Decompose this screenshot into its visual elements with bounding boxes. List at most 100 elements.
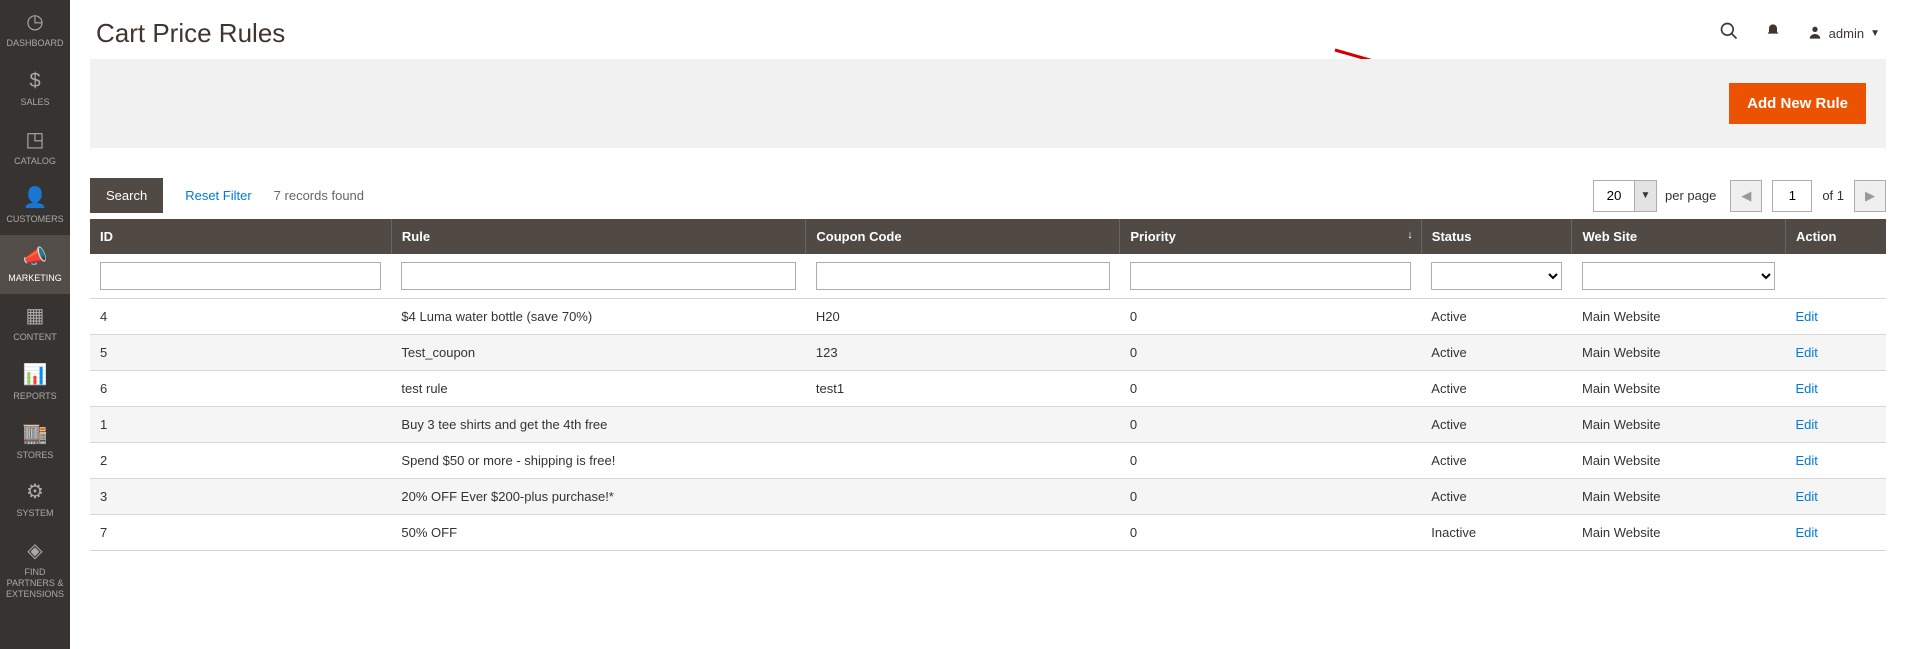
prev-page-button[interactable]: ◀ [1730,180,1762,212]
table-row[interactable]: 6test ruletest10ActiveMain WebsiteEdit [90,371,1886,407]
per-page-input[interactable] [1594,181,1634,211]
admin-account-menu[interactable]: admin ▼ [1807,24,1880,43]
filter-priority-input[interactable] [1130,262,1411,290]
cell-status: Active [1421,407,1572,443]
col-header-coupon[interactable]: Coupon Code [806,219,1120,254]
notification-icon[interactable] [1765,23,1781,44]
edit-link[interactable]: Edit [1795,345,1817,360]
col-header-priority[interactable]: Priority↓ [1120,219,1421,254]
filter-coupon-input[interactable] [816,262,1110,290]
cell-coupon [806,407,1120,443]
chevron-down-icon: ▼ [1870,28,1880,39]
nav-item-content[interactable]: ▦CONTENT [0,294,70,353]
nav-item-customers[interactable]: 👤CUSTOMERS [0,176,70,235]
nav-item-system[interactable]: ⚙ SYSTEM [0,470,70,529]
filter-website-select[interactable] [1582,262,1776,290]
cell-priority: 0 [1120,335,1421,371]
dashboard-icon: ◷ [26,10,43,34]
cell-status: Active [1421,479,1572,515]
reset-filter-link[interactable]: Reset Filter [185,188,251,203]
cell-id: 2 [90,443,391,479]
cell-coupon: test1 [806,371,1120,407]
cell-coupon: H20 [806,299,1120,335]
per-page-select[interactable]: ▼ [1593,180,1657,212]
cell-website: Main Website [1572,335,1786,371]
table-row[interactable]: 1Buy 3 tee shirts and get the 4th free0A… [90,407,1886,443]
nav-item-find-partners-extensions[interactable]: ◈FIND PARTNERS & EXTENSIONS [0,529,70,609]
edit-link[interactable]: Edit [1795,489,1817,504]
nav-label: SYSTEM [16,508,53,519]
nav-item-catalog[interactable]: ◳ CATALOG [0,118,70,177]
cell-rule: $4 Luma water bottle (save 70%) [391,299,805,335]
next-page-button[interactable]: ▶ [1854,180,1886,212]
chevron-down-icon[interactable]: ▼ [1634,181,1656,211]
edit-link[interactable]: Edit [1795,453,1817,468]
col-header-action: Action [1785,219,1886,254]
page-input[interactable] [1772,180,1812,212]
nav-label: STORES [17,450,54,461]
nav-label: CATALOG [14,156,56,167]
cell-website: Main Website [1572,479,1786,515]
cell-website: Main Website [1572,443,1786,479]
edit-link[interactable]: Edit [1795,525,1817,540]
edit-link[interactable]: Edit [1795,381,1817,396]
cell-rule: 20% OFF Ever $200-plus purchase!* [391,479,805,515]
add-new-rule-button[interactable]: Add New Rule [1729,83,1866,124]
cell-website: Main Website [1572,299,1786,335]
cell-priority: 0 [1120,299,1421,335]
cell-coupon [806,515,1120,551]
nav-label: REPORTS [13,391,56,402]
system-icon: ⚙ [26,480,44,504]
filter-id-input[interactable] [100,262,381,290]
catalog-icon: ◳ [26,128,45,152]
col-header-id[interactable]: ID [90,219,391,254]
nav-label: CUSTOMERS [6,214,63,225]
filter-rule-input[interactable] [401,262,795,290]
records-found-label: 7 records found [274,188,364,203]
nav-item-reports[interactable]: 📊 REPORTS [0,353,70,412]
nav-item-dashboard[interactable]: ◷ DASHBOARD [0,0,70,59]
cell-id: 6 [90,371,391,407]
table-row[interactable]: 5Test_coupon1230ActiveMain WebsiteEdit [90,335,1886,371]
cell-status: Active [1421,299,1572,335]
cell-coupon [806,479,1120,515]
filter-status-select[interactable] [1431,262,1562,290]
cell-status: Active [1421,371,1572,407]
nav-item-sales[interactable]: $ SALES [0,59,70,118]
find-partners-extensions-icon: ◈ [27,539,42,563]
cell-priority: 0 [1120,371,1421,407]
edit-link[interactable]: Edit [1795,417,1817,432]
sort-desc-icon: ↓ [1407,229,1413,241]
cell-status: Inactive [1421,515,1572,551]
search-icon[interactable] [1719,21,1739,46]
table-row[interactable]: 320% OFF Ever $200-plus purchase!*0Activ… [90,479,1886,515]
col-header-status[interactable]: Status [1421,219,1572,254]
nav-label: DASHBOARD [6,38,63,49]
action-bar: Add New Rule [90,59,1886,148]
page-title: Cart Price Rules [96,18,285,49]
col-header-rule[interactable]: Rule [391,219,805,254]
cell-priority: 0 [1120,407,1421,443]
cell-id: 4 [90,299,391,335]
nav-item-marketing[interactable]: 📣 MARKETING [0,235,70,294]
marketing-icon: 📣 [23,245,48,269]
admin-sidebar: ◷ DASHBOARD $ SALES ◳ CATALOG 👤CUSTOMERS 📣 MARKE… [0,0,70,649]
reports-icon: 📊 [23,363,48,387]
cell-rule: test rule [391,371,805,407]
cell-priority: 0 [1120,479,1421,515]
edit-link[interactable]: Edit [1795,309,1817,324]
cell-rule: 50% OFF [391,515,805,551]
table-row[interactable]: 4$4 Luma water bottle (save 70%)H200Acti… [90,299,1886,335]
cell-priority: 0 [1120,515,1421,551]
per-page-label: per page [1665,188,1716,203]
table-row[interactable]: 750% OFF0InactiveMain WebsiteEdit [90,515,1886,551]
nav-label: MARKETING [8,273,62,284]
cell-id: 5 [90,335,391,371]
nav-label: SALES [20,97,49,108]
page-of-label: of 1 [1822,188,1844,203]
col-header-website[interactable]: Web Site [1572,219,1786,254]
sales-icon: $ [29,69,40,93]
nav-item-stores[interactable]: 🏬STORES [0,412,70,471]
search-button[interactable]: Search [90,178,163,213]
table-row[interactable]: 2Spend $50 or more - shipping is free!0A… [90,443,1886,479]
